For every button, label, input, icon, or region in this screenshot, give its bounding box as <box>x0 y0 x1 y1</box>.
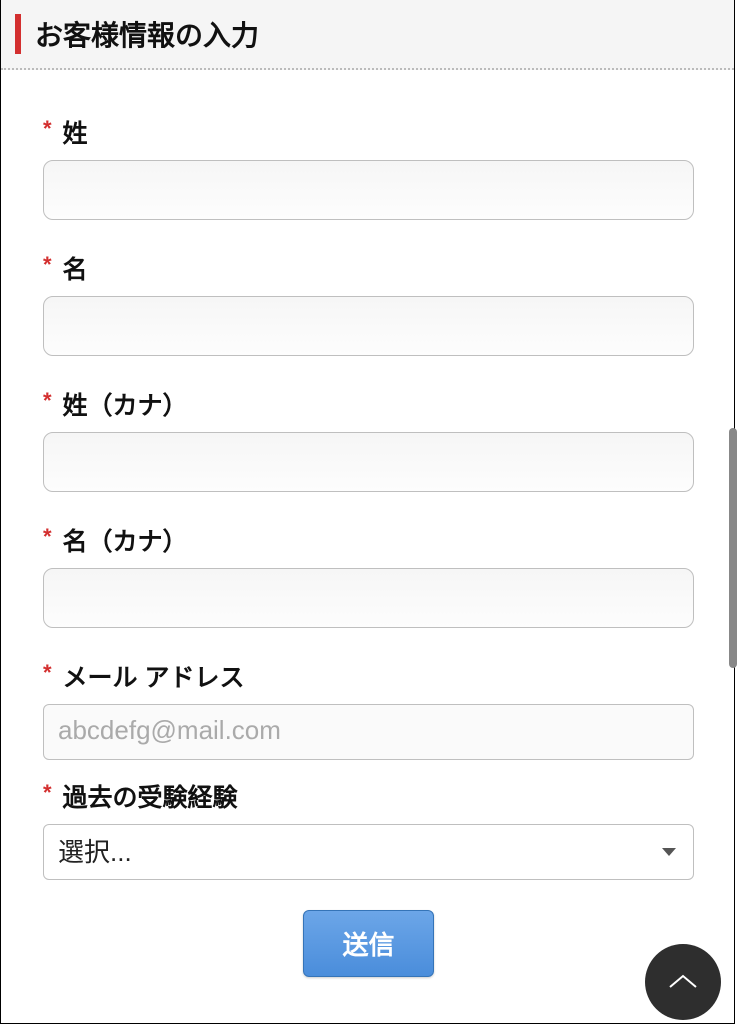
field-last-name: * 姓 <box>43 114 694 220</box>
section-header-inner: お客様情報の入力 <box>15 14 722 54</box>
label-text-exam-history: 過去の受験経験 <box>63 784 238 812</box>
scrollbar-thumb[interactable] <box>729 428 737 668</box>
label-first-name-kana: * 名（カナ） <box>43 522 694 558</box>
required-mark: * <box>43 250 52 281</box>
label-text-email: メール アドレス <box>63 664 245 692</box>
form-frame: お客様情報の入力 * 姓 * 名 * 姓（カナ） <box>0 0 735 1024</box>
label-exam-history: * 過去の受験経験 <box>43 778 694 814</box>
label-last-name: * 姓 <box>43 114 694 150</box>
input-first-name[interactable] <box>43 296 694 356</box>
input-last-name[interactable] <box>43 160 694 220</box>
required-mark: * <box>43 114 52 145</box>
chevron-up-icon <box>668 973 698 991</box>
required-mark: * <box>43 522 52 553</box>
label-first-name: * 名 <box>43 250 694 286</box>
field-last-name-kana: * 姓（カナ） <box>43 386 694 492</box>
field-email: * メール アドレス <box>43 658 694 760</box>
label-text-last-name-kana: 姓（カナ） <box>63 392 188 420</box>
required-mark: * <box>43 386 52 417</box>
required-mark: * <box>43 658 52 689</box>
label-email: * メール アドレス <box>43 658 694 694</box>
field-exam-history: * 過去の受験経験 選択... <box>43 778 694 880</box>
field-first-name: * 名 <box>43 250 694 356</box>
input-last-name-kana[interactable] <box>43 432 694 492</box>
label-text-last-name: 姓 <box>63 120 88 148</box>
select-wrap-exam-history: 選択... <box>43 824 694 880</box>
required-mark: * <box>43 778 52 809</box>
input-first-name-kana[interactable] <box>43 568 694 628</box>
submit-row: 送信 <box>43 910 694 977</box>
label-text-first-name-kana: 名（カナ） <box>63 528 188 556</box>
input-email[interactable] <box>43 704 694 760</box>
field-first-name-kana: * 名（カナ） <box>43 522 694 628</box>
scroll-to-top-button[interactable] <box>645 944 721 1020</box>
form-area: * 姓 * 名 * 姓（カナ） * 名（カナ） <box>1 70 734 977</box>
section-header: お客様情報の入力 <box>1 0 734 70</box>
section-title: お客様情報の入力 <box>35 14 722 54</box>
label-last-name-kana: * 姓（カナ） <box>43 386 694 422</box>
label-text-first-name: 名 <box>63 256 88 284</box>
submit-button[interactable]: 送信 <box>303 910 433 977</box>
select-exam-history[interactable]: 選択... <box>43 824 694 880</box>
